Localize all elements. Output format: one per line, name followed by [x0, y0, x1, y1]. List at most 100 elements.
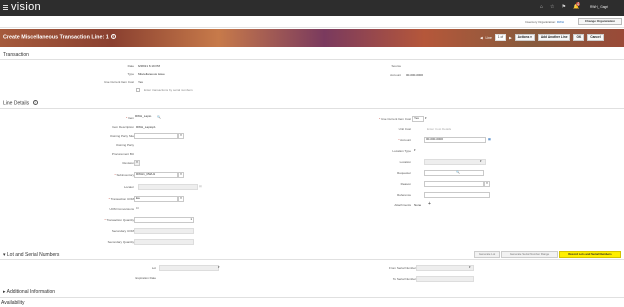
to-serial-label: To Serial Number [392, 277, 416, 281]
ok-button[interactable]: OK [573, 34, 585, 41]
chevron-down-icon[interactable]: ▾ [178, 133, 184, 139]
from-serial-field[interactable] [416, 265, 474, 271]
use-cost-value: Yes [138, 80, 143, 84]
attachments-value: None [414, 203, 422, 207]
subinventory-label-text: Subinventory [116, 173, 134, 177]
previous-line-icon[interactable]: ◀ [480, 36, 483, 40]
uom-label: * Transaction UOM [108, 197, 134, 201]
procurement-bu-label: Procurement BU [111, 152, 134, 156]
requester-field[interactable] [424, 170, 484, 176]
reason-field[interactable] [424, 181, 484, 187]
divider [0, 259, 624, 260]
quantity-field[interactable]: 1 [134, 217, 194, 223]
uom-conversions-icon[interactable]: ⊡ [136, 206, 139, 210]
line-account-label: * Account [398, 138, 411, 142]
generate-serial-range-button[interactable]: Generate Serial Number Range [501, 251, 558, 258]
search-icon[interactable]: 🔍 [157, 115, 161, 119]
notifications-icon[interactable]: 🔔 4 [573, 2, 580, 10]
additional-info-title: Additional Information [6, 289, 56, 295]
chevron-down-icon[interactable]: ▾ [178, 172, 184, 178]
item-description-label: Item Description [112, 125, 134, 129]
serial-entry-checkbox[interactable] [136, 88, 140, 92]
help-icon[interactable]: ? [110, 34, 116, 39]
owning-party-site-label: Owning Party Site [109, 134, 134, 138]
requester-label: Requester [397, 171, 411, 175]
secondary-uom-field[interactable] [134, 228, 194, 234]
chevron-down-icon[interactable]: ▾ [218, 265, 220, 269]
org-value[interactable]: RWH [557, 20, 564, 24]
quantity-label: * Transaction Quantity [104, 218, 134, 222]
uom-conversions-label: UOM Conversions [109, 207, 134, 211]
chevron-down-icon[interactable]: ▾ [425, 116, 427, 120]
watchlist-icon[interactable]: ⚑ [562, 4, 566, 10]
app-logo[interactable]: vision [11, 1, 41, 13]
help-icon[interactable]: ? [32, 100, 38, 105]
owning-party-site-field[interactable] [134, 133, 178, 139]
menu-icon[interactable] [3, 5, 8, 10]
line-nav-label: Line [485, 35, 492, 40]
lot-field[interactable] [159, 265, 219, 271]
chevron-down-icon[interactable]: ▾ [480, 159, 482, 163]
location-field[interactable] [424, 159, 486, 165]
type-label: Type [127, 72, 134, 76]
record-lots-serials-button[interactable]: Record Lots and Serial Numbers [559, 251, 621, 258]
page-actions: ◀ Line 1 of ▶ Actions ▾ Add Another Line… [480, 34, 604, 41]
cancel-button[interactable]: Cancel [587, 34, 604, 41]
expand-icon[interactable]: ▸ [3, 289, 6, 295]
chevron-down-icon[interactable]: ▾ [178, 196, 184, 202]
chevron-down-icon[interactable]: ▾ [469, 265, 471, 269]
page-title-text: Create Miscellaneous Transaction Line: 1 [3, 34, 109, 41]
source-label: Source [391, 64, 401, 68]
serial-entry-label: Enter transactions by serial numbers [144, 88, 193, 92]
from-serial-label: From Serial Number [388, 266, 416, 270]
attachments-label: Attachments [394, 203, 411, 207]
lot-serial-heading: ▾ Lot and Serial Numbers [3, 252, 59, 258]
date-label: Date [127, 64, 134, 68]
line-use-cost-label-text: Use Current Item Cost [381, 117, 411, 121]
line-details-heading: Line Details ? [3, 100, 38, 107]
use-cost-select[interactable]: Yes [412, 116, 424, 122]
item-field[interactable]: RWH_Lapto [134, 114, 156, 121]
org-label: Inventory Organization [525, 20, 556, 24]
secondary-uom-label: Secondary UOM [111, 229, 134, 233]
chevron-down-icon[interactable]: ▾ [414, 148, 416, 152]
secondary-quantity-field[interactable] [134, 239, 194, 245]
chevron-down-icon[interactable]: ▾ [484, 181, 490, 187]
type-value: Miscellaneous issue [138, 72, 165, 76]
actions-label: Actions [517, 35, 530, 39]
user-menu[interactable]: RWH_ Gagri [590, 5, 608, 9]
revision-select[interactable]: ▾ [134, 160, 140, 166]
revision-label: Revision [122, 161, 134, 165]
unit-cost-placeholder[interactable]: Enter Cost Details [427, 127, 451, 131]
location-label: Location [399, 160, 411, 164]
expand-icon[interactable]: ▾ [3, 252, 6, 258]
account-picker-icon[interactable]: ▦ [488, 137, 491, 141]
additional-info-heading[interactable]: ▸ Additional Information [3, 289, 55, 295]
subinventory-field[interactable]: RWH1_RWH1 [134, 172, 178, 178]
search-icon[interactable]: 🔍 [456, 170, 460, 174]
actions-menu-button[interactable]: Actions ▾ [514, 34, 535, 41]
subinventory-label: * Subinventory [114, 173, 134, 177]
star-icon[interactable]: ☆ [550, 4, 554, 10]
org-context: Inventory Organization: RWH [525, 20, 564, 24]
line-account-label-text: Account [400, 138, 411, 142]
change-organization-button[interactable]: Change Organization [578, 18, 622, 25]
home-icon[interactable]: ⌂ [540, 4, 543, 10]
line-account-field[interactable]: 00-000-0000 [424, 137, 486, 143]
lot-label: Lot [151, 266, 156, 270]
generate-lot-button[interactable]: Generate Lot [474, 251, 500, 258]
add-attachment-icon[interactable]: + [428, 202, 431, 207]
locator-icon[interactable]: ▤ [199, 184, 202, 188]
availability-heading[interactable]: Availability [1, 300, 25, 306]
to-serial-field[interactable] [416, 276, 474, 282]
locator-field[interactable] [138, 184, 198, 190]
secondary-quantity-label: Secondary Quantity [107, 240, 134, 244]
line-number-select[interactable]: 1 of [494, 34, 507, 41]
reference-field[interactable] [424, 192, 490, 198]
location-type-label: Location Type [392, 149, 411, 153]
uom-field[interactable]: Ea [134, 196, 178, 202]
header-icons: ⌂ ☆ ⚑ 🔔 4 [540, 2, 580, 10]
quantity-label-text: Transaction Quantity [106, 218, 134, 222]
next-line-icon[interactable]: ▶ [509, 36, 512, 40]
add-another-line-button[interactable]: Add Another Line [537, 34, 571, 41]
